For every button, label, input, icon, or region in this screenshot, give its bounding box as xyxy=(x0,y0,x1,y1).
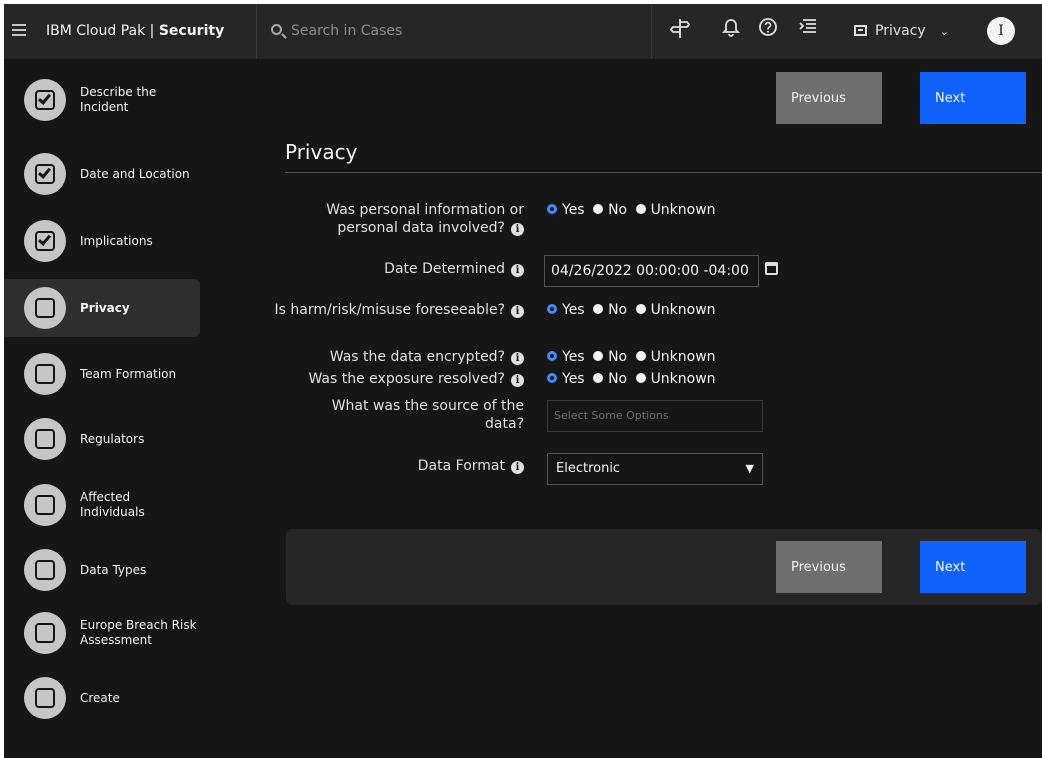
encrypted-radio-group: Yes No Unknown xyxy=(547,348,720,366)
incomplete-step-icon xyxy=(24,484,66,526)
personal-data-radio-unknown[interactable]: Unknown xyxy=(635,201,716,219)
brand-name[interactable]: IBM Cloud Pak | Security xyxy=(46,4,224,59)
step-create[interactable]: Create xyxy=(4,669,200,727)
search-input[interactable] xyxy=(291,17,641,45)
menu-icon[interactable] xyxy=(12,24,26,36)
search-bar xyxy=(256,4,652,59)
next-button-bottom[interactable]: Next xyxy=(920,541,1026,593)
incomplete-step-icon xyxy=(24,549,66,591)
step-europe-breach-risk-assessment[interactable]: Europe Breach Risk Assessment xyxy=(4,604,200,662)
info-icon[interactable]: i xyxy=(511,305,524,318)
data-encrypted-label: Was the data encrypted? i xyxy=(274,348,524,366)
step-data-types[interactable]: Data Types xyxy=(4,541,200,599)
incomplete-step-icon xyxy=(24,287,66,329)
harm-radio-group: Yes No Unknown xyxy=(547,301,720,319)
help-icon[interactable] xyxy=(754,17,782,45)
incomplete-step-icon xyxy=(24,353,66,395)
encrypted-radio-no[interactable]: No xyxy=(593,348,627,366)
completed-step-icon xyxy=(24,79,66,121)
incomplete-step-icon xyxy=(24,612,66,654)
personal-data-label: Was personal information or personal dat… xyxy=(326,202,524,236)
personal-data-radio-yes[interactable]: Yes xyxy=(547,201,585,219)
step-team-formation[interactable]: Team Formation xyxy=(4,345,200,403)
data-format-label: Data Format i xyxy=(274,457,524,475)
exposure-resolved-label: Was the exposure resolved? i xyxy=(274,370,524,388)
task-list-icon[interactable] xyxy=(793,17,821,45)
incomplete-step-icon xyxy=(24,677,66,719)
info-icon[interactable]: i xyxy=(511,264,524,277)
resolved-radio-no[interactable]: No xyxy=(593,370,627,388)
chevron-down-icon: ▼ xyxy=(745,462,754,475)
completed-step-icon xyxy=(24,153,66,195)
resolved-radio-yes[interactable]: Yes xyxy=(547,370,585,388)
info-icon[interactable]: i xyxy=(511,223,524,236)
user-avatar[interactable]: I xyxy=(987,17,1015,45)
data-format-select[interactable]: Electronic ▼ xyxy=(547,453,763,485)
encrypted-radio-yes[interactable]: Yes xyxy=(547,348,585,366)
step-regulators[interactable]: Regulators xyxy=(4,410,200,468)
resolved-radio-unknown[interactable]: Unknown xyxy=(635,370,716,388)
next-button-top[interactable]: Next xyxy=(920,72,1026,124)
section-title: Privacy xyxy=(285,140,358,164)
chevron-down-icon: ⌄ xyxy=(939,25,949,38)
search-icon xyxy=(271,24,282,35)
harm-foreseeable-label: Is harm/risk/misuse foreseeable? i xyxy=(274,301,524,319)
notification-icon[interactable] xyxy=(717,17,745,45)
personal-data-radio-group: Yes No Unknown xyxy=(547,201,720,219)
step-privacy[interactable]: Privacy xyxy=(4,279,200,337)
step-affected-individuals[interactable]: Affected Individuals xyxy=(4,476,200,534)
step-implications[interactable]: Implications xyxy=(4,212,200,270)
workspace-switcher[interactable]: Privacy ⌄ xyxy=(854,16,949,46)
calendar-icon[interactable] xyxy=(765,262,778,275)
data-source-label: What was the source of the data? xyxy=(331,398,524,432)
switcher-icon xyxy=(854,25,867,36)
completed-step-icon xyxy=(24,220,66,262)
personal-data-radio-no[interactable]: No xyxy=(593,201,627,219)
step-date-location[interactable]: Date and Location xyxy=(4,145,200,203)
info-icon[interactable]: i xyxy=(511,374,524,387)
top-header: IBM Cloud Pak | Security Privacy⌄ I xyxy=(4,4,1042,59)
harm-radio-unknown[interactable]: Unknown xyxy=(635,301,716,319)
resolved-radio-group: Yes No Unknown xyxy=(547,370,720,388)
wizard-steps: Describe the Incident Date and Location … xyxy=(4,59,204,758)
signpost-icon[interactable] xyxy=(666,17,694,45)
previous-button-top[interactable]: Previous xyxy=(776,72,882,124)
harm-radio-yes[interactable]: Yes xyxy=(547,301,585,319)
app-frame: IBM Cloud Pak | Security Privacy⌄ I Desc… xyxy=(4,4,1042,758)
data-source-multiselect[interactable]: Select Some Options xyxy=(547,400,763,432)
encrypted-radio-unknown[interactable]: Unknown xyxy=(635,348,716,366)
section-divider xyxy=(285,172,1042,173)
previous-button-bottom[interactable]: Previous xyxy=(776,541,882,593)
info-icon[interactable]: i xyxy=(511,461,524,474)
date-determined-input[interactable] xyxy=(544,255,759,287)
incomplete-step-icon xyxy=(24,418,66,460)
info-icon[interactable]: i xyxy=(511,352,524,365)
date-determined-label: Date Determined i xyxy=(274,260,524,278)
harm-radio-no[interactable]: No xyxy=(593,301,627,319)
step-describe-incident[interactable]: Describe the Incident xyxy=(4,71,200,129)
